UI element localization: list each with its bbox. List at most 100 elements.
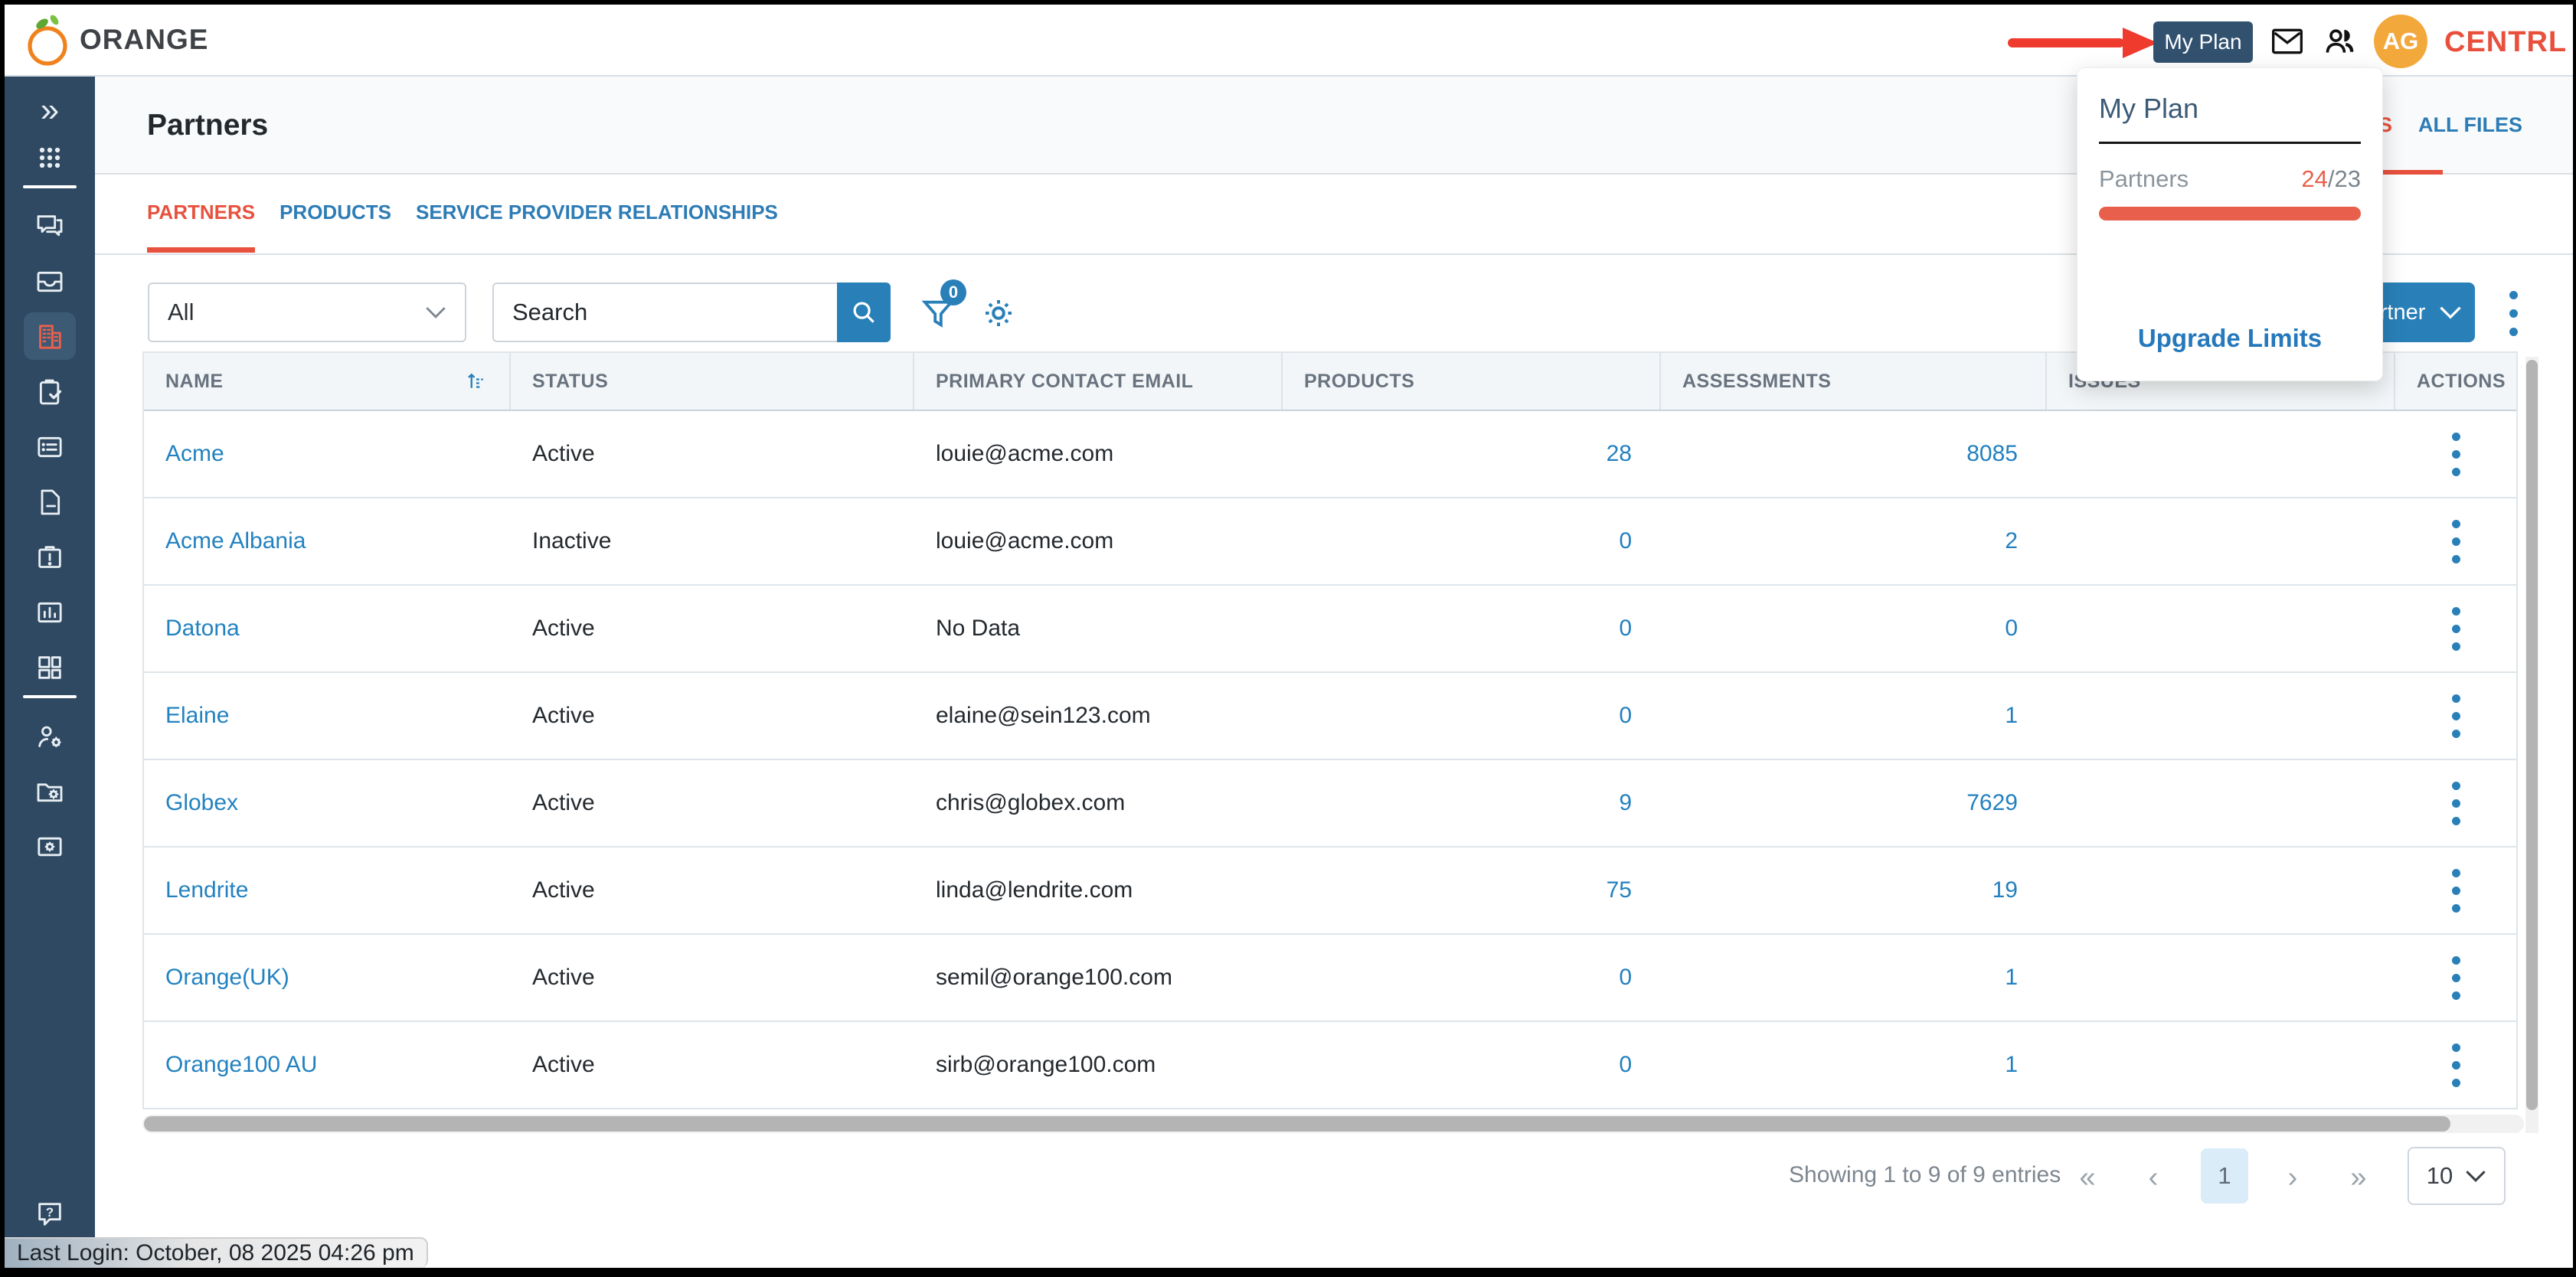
browser-frame: ORANGE My Plan AG CENTRL »: [0, 0, 2576, 1277]
sidebar: »: [5, 77, 95, 1268]
partners-table: NAME STATUS PRIMARY CONTACT EMAIL PRODUC…: [142, 351, 2518, 1109]
pagination-first-button[interactable]: «: [2064, 1153, 2110, 1202]
products-count-link[interactable]: 9: [1619, 790, 1632, 815]
row-actions-kebab-icon[interactable]: [2447, 428, 2465, 481]
chevron-down-icon: [2465, 1169, 2486, 1183]
contacts-icon[interactable]: [2322, 24, 2357, 58]
partner-name-link[interactable]: Acme Albania: [165, 528, 306, 554]
assessments-count-link[interactable]: 0: [2005, 616, 2018, 641]
products-count-link[interactable]: 0: [1619, 965, 1632, 990]
partner-name-link[interactable]: Lendrite: [165, 877, 248, 903]
partner-name-link[interactable]: Globex: [165, 790, 238, 815]
partner-email: linda@lendrite.com: [914, 877, 1283, 903]
column-header-products[interactable]: PRODUCTS: [1283, 353, 1661, 410]
page-size-select[interactable]: 10: [2408, 1147, 2506, 1205]
tab-service-provider-relationships[interactable]: SERVICE PROVIDER RELATIONSHIPS: [416, 201, 778, 253]
document-icon: [34, 487, 65, 518]
horizontal-scrollbar-thumb[interactable]: [144, 1116, 2450, 1132]
sidebar-item-documents[interactable]: [5, 479, 95, 525]
row-actions-kebab-icon[interactable]: [2447, 1039, 2465, 1092]
products-count-link[interactable]: 28: [1607, 441, 1632, 466]
sidebar-item-folder-settings[interactable]: [5, 769, 95, 815]
pagination-last-button[interactable]: »: [2336, 1153, 2381, 1202]
vertical-scrollbar[interactable]: [2525, 357, 2538, 1133]
partner-email: louie@acme.com: [914, 441, 1283, 467]
row-actions-kebab-icon[interactable]: [2447, 952, 2465, 1004]
search-button[interactable]: [837, 283, 891, 342]
partner-name-link[interactable]: Acme: [165, 441, 224, 466]
pagination-current-page[interactable]: 1: [2201, 1148, 2248, 1204]
toolbar-kebab-menu[interactable]: [2498, 286, 2529, 341]
column-header-name[interactable]: NAME: [144, 353, 511, 410]
assessments-count-link[interactable]: 1: [2005, 703, 2018, 728]
sidebar-expand-button[interactable]: »: [5, 87, 95, 133]
partner-email: sirb@orange100.com: [914, 1052, 1283, 1078]
products-count-link[interactable]: 0: [1619, 703, 1632, 728]
tab-products[interactable]: PRODUCTS: [280, 201, 391, 253]
table-row: Globex Active chris@globex.com 9 7629: [144, 760, 2516, 848]
products-count-link[interactable]: 0: [1619, 1052, 1632, 1077]
filter-select[interactable]: All: [148, 283, 466, 342]
sidebar-item-apps[interactable]: [5, 135, 95, 181]
chevron-down-icon: [2439, 305, 2462, 320]
sidebar-item-reports[interactable]: [5, 590, 95, 635]
vertical-scrollbar-thumb[interactable]: [2526, 360, 2538, 1110]
sidebar-item-card-settings[interactable]: [5, 824, 95, 870]
partner-status: Active: [511, 877, 914, 903]
products-count-link[interactable]: 75: [1607, 877, 1632, 903]
gear-icon[interactable]: [980, 295, 1017, 331]
tab-all-files[interactable]: ALL FILES: [2418, 113, 2522, 137]
mail-icon[interactable]: [2270, 24, 2305, 58]
column-header-email[interactable]: PRIMARY CONTACT EMAIL: [914, 353, 1283, 410]
partner-email: No Data: [914, 616, 1283, 642]
column-header-status[interactable]: STATUS: [511, 353, 914, 410]
sidebar-item-dashboards[interactable]: [5, 645, 95, 691]
sidebar-item-partners[interactable]: [5, 314, 95, 360]
row-actions-kebab-icon[interactable]: [2447, 515, 2465, 568]
sidebar-item-messages[interactable]: [5, 204, 95, 250]
partner-name-link[interactable]: Datona: [165, 616, 240, 641]
showing-entries-text: Showing 1 to 9 of 9 entries: [1789, 1162, 2061, 1188]
assessments-count-link[interactable]: 7629: [1966, 790, 2018, 815]
partner-status: Active: [511, 616, 914, 642]
sidebar-item-help[interactable]: ?: [5, 1191, 95, 1237]
partner-name-link[interactable]: Orange(UK): [165, 965, 289, 990]
row-actions-kebab-icon[interactable]: [2447, 864, 2465, 917]
plan-usage-value: 24/23: [2301, 165, 2361, 193]
sidebar-item-user-settings[interactable]: [5, 714, 95, 759]
table-row: Orange100 AU Active sirb@orange100.com 0…: [144, 1022, 2516, 1109]
plan-metric-label: Partners: [2099, 165, 2189, 193]
brand-wordmark: CENTRL: [2444, 26, 2567, 59]
user-gear-icon: [34, 721, 65, 752]
products-count-link[interactable]: 0: [1619, 528, 1632, 554]
search-input[interactable]: [492, 283, 837, 342]
assessments-count-link[interactable]: 2: [2005, 528, 2018, 554]
sidebar-divider: [23, 695, 77, 698]
row-actions-kebab-icon[interactable]: [2447, 603, 2465, 655]
sort-ascending-icon[interactable]: [465, 369, 488, 394]
partner-name-link[interactable]: Orange100 AU: [165, 1052, 317, 1077]
assessments-count-link[interactable]: 19: [1992, 877, 2018, 903]
sidebar-item-issues[interactable]: [5, 534, 95, 580]
avatar[interactable]: AG: [2374, 15, 2427, 68]
assessments-count-link[interactable]: 1: [2005, 1052, 2018, 1077]
filter-select-value: All: [168, 299, 194, 326]
products-count-link[interactable]: 0: [1619, 616, 1632, 641]
column-header-assessments[interactable]: ASSESSMENTS: [1661, 353, 2047, 410]
app-window: ORANGE My Plan AG CENTRL »: [5, 5, 2573, 1268]
my-plan-button[interactable]: My Plan: [2153, 21, 2253, 63]
sidebar-item-assessments[interactable]: [5, 369, 95, 415]
assessments-count-link[interactable]: 8085: [1966, 441, 2018, 466]
sidebar-item-lists[interactable]: [5, 424, 95, 470]
pagination-prev-button[interactable]: ‹: [2130, 1153, 2176, 1202]
row-actions-kebab-icon[interactable]: [2447, 690, 2465, 743]
horizontal-scrollbar[interactable]: [142, 1115, 2524, 1133]
tab-partners[interactable]: PARTNERS: [147, 201, 255, 253]
partner-name-link[interactable]: Elaine: [165, 703, 229, 728]
filter-count-badge: 0: [940, 279, 966, 305]
row-actions-kebab-icon[interactable]: [2447, 777, 2465, 830]
assessments-count-link[interactable]: 1: [2005, 965, 2018, 990]
upgrade-limits-link[interactable]: Upgrade Limits: [2077, 324, 2382, 353]
pagination-next-button[interactable]: ›: [2270, 1153, 2316, 1202]
sidebar-item-inbox[interactable]: [5, 259, 95, 305]
